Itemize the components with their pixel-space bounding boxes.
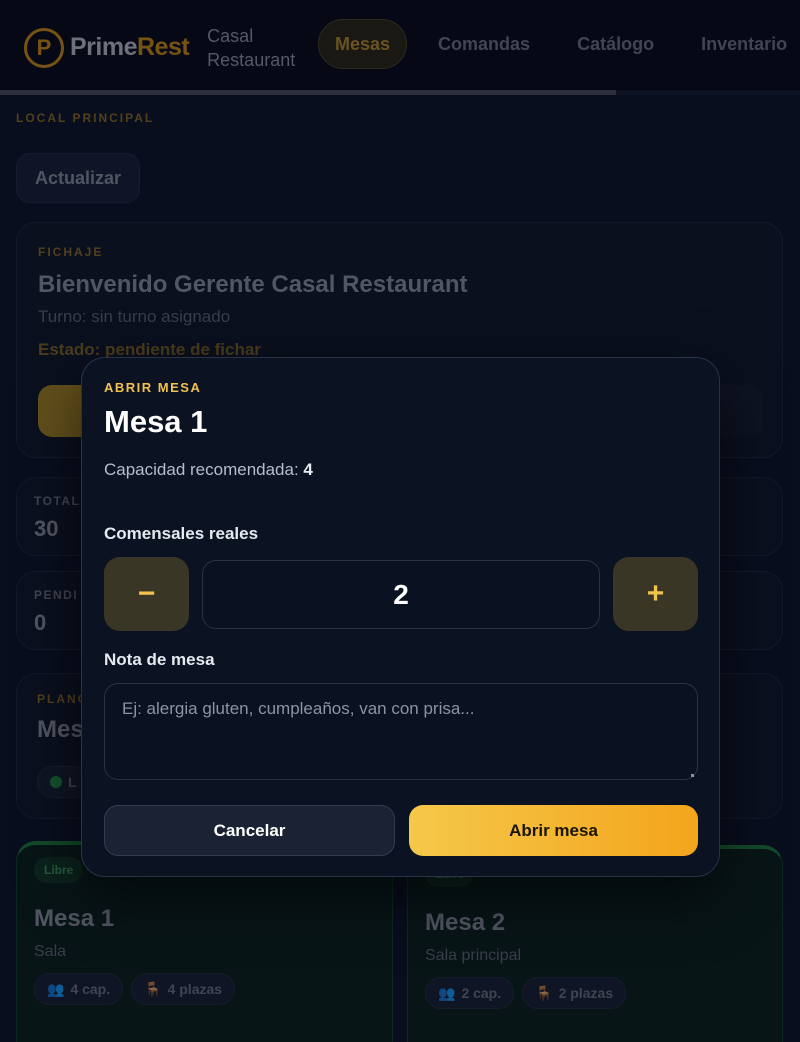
modal-eyebrow: ABRIR MESA	[104, 380, 202, 395]
cancel-button[interactable]: Cancelar	[104, 805, 395, 856]
decrement-diners-button[interactable]: −	[104, 557, 189, 631]
capacity-prefix: Capacidad recomendada:	[104, 460, 299, 479]
recommended-capacity: Capacidad recomendada: 4	[104, 460, 313, 480]
table-note-textarea[interactable]: Ej: alergia gluten, cumpleaños, van con …	[104, 683, 698, 780]
capacity-value: 4	[303, 460, 313, 479]
increment-diners-button[interactable]: +	[613, 557, 698, 631]
diners-label: Comensales reales	[104, 524, 259, 543]
note-label: Nota de mesa	[104, 650, 215, 669]
open-table-modal: ABRIR MESA Mesa 1 Capacidad recomendada:…	[81, 357, 720, 877]
resize-handle-icon[interactable]	[691, 774, 694, 777]
open-table-button[interactable]: Abrir mesa	[409, 805, 698, 856]
modal-title: Mesa 1	[104, 404, 208, 439]
note-placeholder: Ej: alergia gluten, cumpleaños, van con …	[122, 699, 475, 718]
diners-count-input[interactable]: 2	[202, 560, 600, 629]
